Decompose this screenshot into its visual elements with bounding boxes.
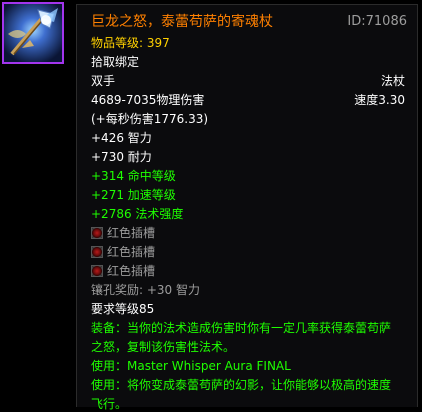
red-socket-icon [91, 265, 103, 277]
tooltip-panel: 巨龙之怒，泰蕾苟萨的寄魂杖 ID:71086 物品等级: 397 拾取绑定 双手… [76, 4, 418, 411]
socket-label: 红色插槽 [107, 264, 156, 278]
speed-text: 速度3.30 [354, 93, 405, 107]
use-effect-line: 飞行。 [91, 397, 128, 411]
dps-text: (+每秒伤害1776.33) [91, 112, 209, 126]
item-id: ID:71086 [347, 14, 407, 29]
item-name: 巨龙之怒，泰蕾苟萨的寄魂杖 [91, 14, 273, 30]
socket-label: 红色插槽 [107, 226, 156, 240]
item-level: 物品等级: 397 [91, 36, 170, 50]
stat-line: +730 耐力 [91, 150, 152, 164]
red-socket-icon [91, 246, 103, 258]
required-level: 要求等级85 [91, 302, 155, 316]
socket-bonus: 镶孔奖励: +30 智力 [91, 283, 200, 297]
socket-row: 红色插槽 [91, 244, 155, 260]
stat-line: +426 智力 [91, 131, 152, 145]
socket-label: 红色插槽 [107, 245, 156, 259]
binding-text: 拾取绑定 [91, 55, 140, 69]
use-effect-line: 使用：Master Whisper Aura FINAL [91, 359, 291, 373]
item-tooltip-screen: 巨龙之怒，泰蕾苟萨的寄魂杖 ID:71086 物品等级: 397 拾取绑定 双手… [0, 0, 422, 411]
type-text: 法杖 [380, 74, 405, 88]
socket-row: 红色插槽 [91, 263, 155, 279]
bonus-stat-line: +2786 法术强度 [91, 207, 184, 221]
equip-effect-line: 装备：当你的法术造成伤害时你有一定几率获得泰蕾苟萨 [91, 321, 392, 335]
use-effect-line: 使用：将你变成泰蕾苟萨的幻影，让你能够以极高的速度 [91, 378, 392, 392]
bonus-stat-line: +314 命中等级 [91, 169, 176, 183]
equip-effect-line: 之怒，复制该伤害性法术。 [91, 340, 236, 354]
slot-text: 双手 [91, 74, 116, 88]
bonus-stat-line: +271 加速等级 [91, 188, 176, 202]
damage-text: 4689-7035物理伤害 [91, 93, 205, 107]
staff-icon[interactable] [2, 2, 64, 64]
socket-row: 红色插槽 [91, 225, 155, 241]
red-socket-icon [91, 227, 103, 239]
